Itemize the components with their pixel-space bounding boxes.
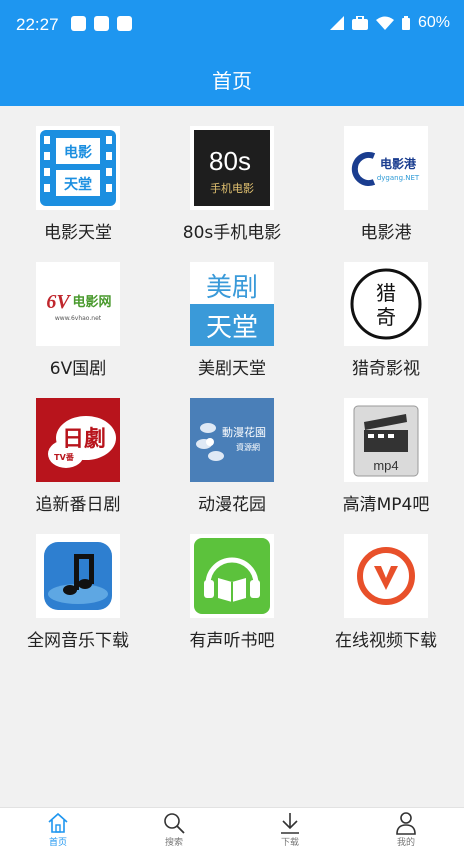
app-bar: 首页 — [0, 52, 464, 106]
app-tile-video-download[interactable]: 在线视频下载 — [311, 534, 461, 651]
battery-icon — [401, 16, 410, 30]
app-tile-dyg[interactable]: 电影港 dygang.NET 电影港 — [311, 126, 461, 243]
status-indicators: 60% — [329, 14, 450, 32]
dytt-logo-icon: 电影 天堂 — [36, 126, 120, 210]
download-icon — [281, 812, 299, 834]
tab-search[interactable]: 搜索 — [116, 808, 232, 850]
battery-percent: 60% — [417, 14, 450, 31]
user-icon — [396, 811, 416, 835]
6v-logo-icon: 6V 电影网 www.6vhao.net — [36, 262, 120, 346]
search-icon — [164, 812, 185, 834]
app-tile-music[interactable]: 全网音乐下载 — [3, 534, 153, 651]
app-label: 追新番日剧 — [35, 495, 121, 515]
lieqi-logo-top: 猎 — [376, 281, 396, 305]
dmhy-logo-icon: 動漫花園 資源網 — [190, 398, 274, 482]
app-label: 动漫花园 — [198, 495, 266, 515]
80s-logo-text: 80s — [209, 146, 251, 176]
lieqi-logo-icon: 猎 奇 — [344, 262, 428, 346]
app-label: 有声听书吧 — [189, 631, 275, 651]
dyg-logo-url: dygang.NET — [377, 174, 420, 182]
6v-logo-cn: 电影网 — [72, 294, 111, 310]
80s-logo-icon: 80s 手机电影 — [190, 126, 274, 210]
6v-logo-mark: 6V — [46, 291, 71, 313]
zxf-logo-icon: 日劇 TV番 — [36, 398, 120, 482]
app-tile-audiobook[interactable]: 有声听书吧 — [157, 534, 307, 651]
briefcase-icon — [351, 16, 368, 30]
mjtt-logo-icon: 美剧 天堂 — [190, 262, 274, 346]
app-label: 美剧天堂 — [198, 359, 266, 379]
video-download-logo-icon — [344, 534, 428, 618]
app-label: 6V国剧 — [49, 359, 107, 379]
notification-icon — [117, 16, 132, 31]
6v-logo-url: www.6vhao.net — [55, 315, 102, 322]
dmhy-logo-sub: 資源網 — [236, 442, 260, 452]
80s-logo-sub: 手机电影 — [210, 181, 254, 195]
home-icon — [48, 812, 68, 833]
app-tile-mp4[interactable]: mp4 高清MP4吧 — [311, 398, 461, 515]
app-tile-lieqi[interactable]: 猎 奇 猎奇影视 — [311, 262, 461, 379]
dytt-logo-top: 电影 — [64, 144, 92, 161]
status-time: 22:27 — [16, 15, 59, 34]
tab-profile[interactable]: 我的 — [348, 808, 464, 850]
app-tile-dytt[interactable]: 电影 天堂 电影天堂 — [3, 126, 153, 243]
wifi-icon — [375, 16, 394, 30]
mp4-logo-icon: mp4 — [344, 398, 428, 482]
mjtt-logo-bottom: 天堂 — [206, 313, 258, 343]
tab-label: 下载 — [280, 837, 299, 848]
app-label: 电影天堂 — [44, 223, 112, 243]
app-label: 全网音乐下载 — [27, 631, 129, 651]
dyg-logo-icon: 电影港 dygang.NET — [344, 126, 428, 210]
tab-label: 我的 — [396, 837, 415, 848]
status-bar: 22:27 60% — [0, 0, 464, 52]
signal-icon — [329, 16, 344, 30]
tab-label: 搜索 — [164, 837, 183, 848]
notification-icon — [94, 16, 109, 31]
app-tile-80s[interactable]: 80s 手机电影 80s手机电影 — [157, 126, 307, 243]
dmhy-logo-text: 動漫花園 — [222, 425, 266, 439]
dytt-logo-bottom: 天堂 — [64, 176, 92, 193]
app-label: 猎奇影视 — [352, 359, 420, 379]
notification-icon — [71, 16, 86, 31]
app-tile-dmhy[interactable]: 動漫花園 資源網 动漫花园 — [157, 398, 307, 515]
tab-download[interactable]: 下载 — [232, 808, 348, 850]
dyg-logo-text: 电影港 — [380, 156, 417, 171]
zxf-logo-text: 日劇 — [62, 427, 106, 452]
bottom-tab-bar: 首页 搜索 下载 我的 — [0, 807, 464, 850]
music-logo-icon — [36, 534, 120, 618]
app-label: 高清MP4吧 — [342, 495, 430, 515]
tab-label: 首页 — [48, 837, 67, 848]
page-title: 首页 — [212, 68, 252, 93]
app-label: 电影港 — [360, 223, 412, 243]
audiobook-logo-icon — [190, 534, 274, 618]
app-tile-mjtt[interactable]: 美剧 天堂 美剧天堂 — [157, 262, 307, 379]
app-tile-6v[interactable]: 6V 电影网 www.6vhao.net 6V国剧 — [3, 262, 153, 379]
lieqi-logo-bottom: 奇 — [376, 305, 396, 329]
tab-home[interactable]: 首页 — [0, 808, 116, 850]
mp4-logo-text: mp4 — [373, 458, 398, 473]
app-grid: 电影 天堂 电影天堂 80s 手机电影 80s手机电影 电影港 dygang.N… — [0, 106, 464, 807]
app-label: 80s手机电影 — [182, 223, 282, 243]
mjtt-logo-top: 美剧 — [206, 273, 258, 303]
app-label: 在线视频下载 — [335, 631, 437, 651]
zxf-logo-tv: TV番 — [54, 452, 75, 462]
app-tile-zxf[interactable]: 日劇 TV番 追新番日剧 — [3, 398, 153, 515]
